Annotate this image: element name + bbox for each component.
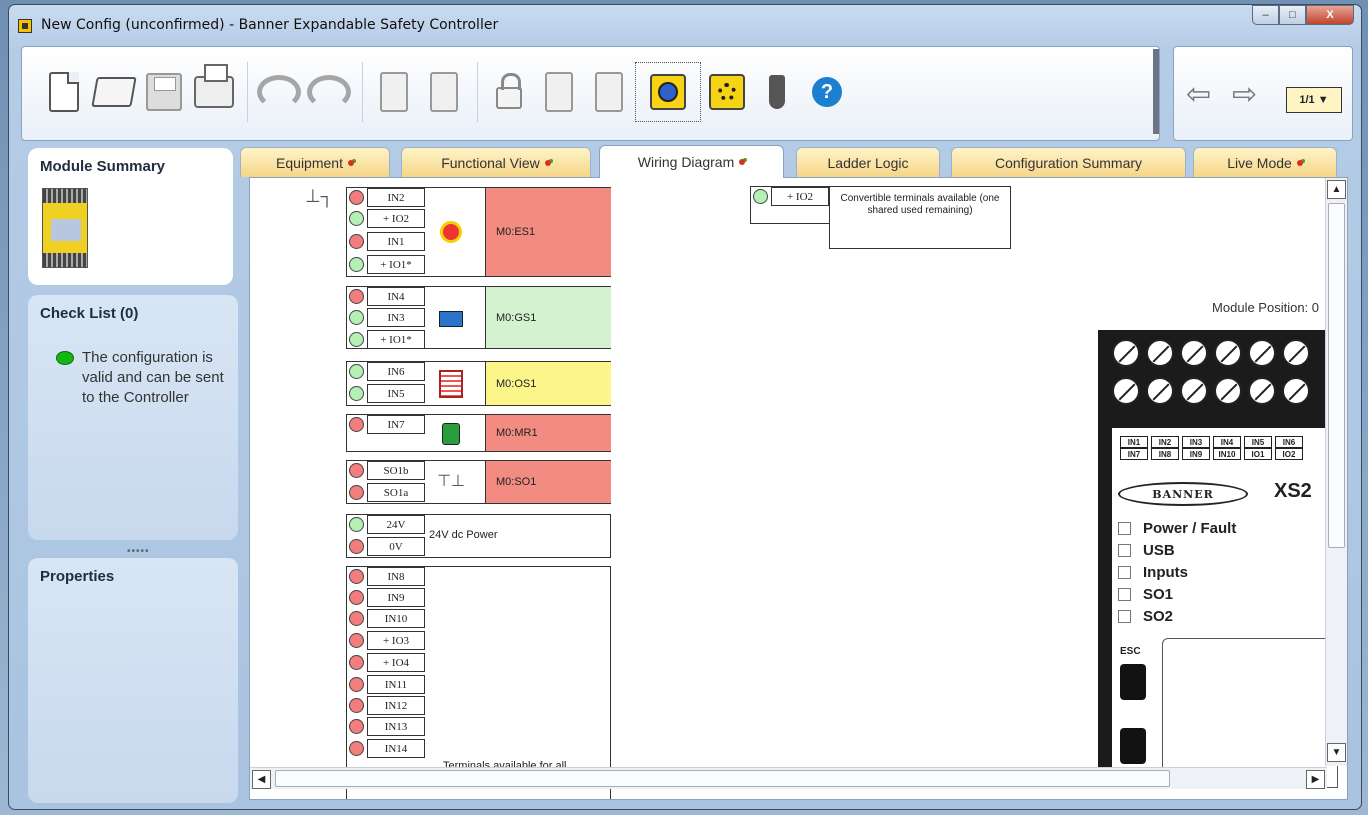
check-list-message: The configuration is valid and can be se… xyxy=(82,349,224,406)
device-name: M0:GS1 xyxy=(485,287,611,348)
properties-title: Properties xyxy=(40,568,115,585)
receive-icon xyxy=(595,72,623,112)
device-name: M0:SO1 xyxy=(485,461,611,503)
help-button[interactable]: ? xyxy=(803,62,851,122)
scroll-right-icon[interactable]: ▶ xyxy=(1306,770,1325,789)
check-list-title: Check List (0) xyxy=(40,305,139,322)
status-mark-icon xyxy=(544,159,551,166)
save-icon xyxy=(146,73,182,111)
scroll-left-icon[interactable]: ◀ xyxy=(252,770,271,789)
properties-panel: Properties xyxy=(28,558,238,803)
module-position: Module Position: 0 xyxy=(1212,300,1319,315)
device-power[interactable]: 24V 0V 24V dc Power xyxy=(346,514,611,558)
horizontal-scrollbar[interactable]: ◀ ▶ xyxy=(250,767,1327,789)
device-name: M0:OS1 xyxy=(485,362,611,405)
device-os1[interactable]: IN6 IN5 M0:OS1 xyxy=(346,361,611,406)
wiring-icon xyxy=(650,74,686,110)
redo-button[interactable] xyxy=(305,62,353,122)
device-name: M0:ES1 xyxy=(485,188,611,276)
module-display xyxy=(1162,638,1338,788)
lock-icon xyxy=(496,73,522,109)
scroll-up-icon[interactable]: ▲ xyxy=(1327,180,1346,199)
send-button[interactable] xyxy=(535,62,583,122)
emergency-stop-icon xyxy=(440,221,462,243)
gears-icon xyxy=(709,74,745,110)
print-button[interactable] xyxy=(190,62,238,122)
power-label: 24V dc Power xyxy=(429,529,498,541)
print-icon xyxy=(194,64,234,108)
gate-switch-icon xyxy=(439,311,463,327)
app-window: New Config (unconfirmed) - Banner Expand… xyxy=(8,4,1362,810)
open-icon xyxy=(91,77,137,107)
maximize-button[interactable]: □ xyxy=(1279,5,1306,25)
main-toolbar: ? xyxy=(21,46,1160,141)
receive-button[interactable] xyxy=(585,62,633,122)
status-mark-icon xyxy=(1296,159,1303,166)
safety-output-icon: ⊤⊥ xyxy=(437,473,465,490)
optical-sensor-icon xyxy=(439,370,463,398)
module-summary-title: Module Summary xyxy=(40,158,166,175)
new-button[interactable] xyxy=(40,62,88,122)
page-navigation: ⇦ ⇨ 1/1 ▼ xyxy=(1173,46,1353,141)
plug-icon xyxy=(769,75,785,109)
xs2-module-drawing[interactable]: IN1 IN2 IN3 IN4 IN5 IN6 IN7 IN8 IN9 IN10 IO1 IO2 B… xyxy=(1098,330,1338,788)
app-icon xyxy=(18,19,32,33)
device-mr1[interactable]: IN7 M0:MR1 xyxy=(346,414,611,452)
undo-icon xyxy=(257,75,301,109)
network-button[interactable] xyxy=(703,62,751,122)
tab-live-mode[interactable]: Live Mode xyxy=(1193,147,1337,177)
check-list-panel: Check List (0) The configuration is vali… xyxy=(28,295,238,540)
help-icon: ? xyxy=(812,77,842,107)
controller-button[interactable] xyxy=(370,62,418,122)
plug-button[interactable] xyxy=(753,62,801,122)
new-icon xyxy=(49,72,79,112)
model-label: XS2 xyxy=(1274,480,1312,502)
panel-splitter[interactable]: ••••• xyxy=(127,546,150,557)
controller-icon xyxy=(380,72,408,112)
redo-icon xyxy=(307,75,351,109)
switch-symbol-icon: ⊥┐ xyxy=(305,186,334,206)
esc-button[interactable] xyxy=(1120,664,1146,700)
banner-logo: BANNER xyxy=(1118,482,1248,506)
diagnostics-button[interactable] xyxy=(420,62,468,122)
diagnostics-icon xyxy=(430,72,458,112)
controller-module-image[interactable] xyxy=(42,188,88,268)
status-mark-icon xyxy=(739,159,746,165)
open-button[interactable] xyxy=(90,62,138,122)
manual-reset-icon xyxy=(442,423,460,445)
module-button[interactable] xyxy=(1120,728,1146,764)
undo-button[interactable] xyxy=(255,62,303,122)
wiring-button[interactable] xyxy=(635,62,701,122)
tab-equipment[interactable]: Equipment xyxy=(240,147,390,177)
page-select[interactable]: 1/1 ▼ xyxy=(1286,87,1342,113)
lock-button[interactable] xyxy=(485,62,533,122)
title-bar: New Config (unconfirmed) - Banner Expand… xyxy=(9,5,1361,45)
device-so1[interactable]: SO1b SO1a ⊤⊥ M0:SO1 xyxy=(346,460,611,504)
module-summary-panel: Module Summary xyxy=(28,148,233,285)
wiring-diagram-canvas[interactable]: ⊥┐ IN2 + IO2 IN1 + IO1* M0:ES1 IN4 IN3 +… xyxy=(249,177,1348,800)
device-es1[interactable]: IN2 + IO2 IN1 + IO1* M0:ES1 xyxy=(346,187,611,277)
tab-functional-view[interactable]: Functional View xyxy=(401,147,591,177)
window-title: New Config (unconfirmed) - Banner Expand… xyxy=(41,17,499,33)
status-mark-icon xyxy=(347,159,354,166)
tab-wiring-diagram[interactable]: Wiring Diagram xyxy=(599,145,784,178)
save-button[interactable] xyxy=(140,62,188,122)
send-icon xyxy=(545,72,573,112)
scroll-down-icon[interactable]: ▼ xyxy=(1327,743,1346,762)
vertical-scrollbar[interactable]: ▲ ▼ xyxy=(1325,178,1347,766)
convertible-note: Convertible terminals available (one sha… xyxy=(829,186,1011,249)
back-arrow-icon[interactable]: ⇦ xyxy=(1186,80,1211,110)
device-name: M0:MR1 xyxy=(485,415,611,451)
unused-terminals[interactable]: IN8 IN9 IN10 + IO3 + IO4 IN11 IN12 IN13 … xyxy=(346,566,611,799)
toolbar-scrollbar[interactable] xyxy=(1153,49,1159,134)
minimize-button[interactable]: – xyxy=(1252,5,1279,25)
tab-ladder-logic[interactable]: Ladder Logic xyxy=(796,147,940,177)
convertible-terminal[interactable]: + IO2 xyxy=(750,186,830,224)
forward-arrow-icon[interactable]: ⇨ xyxy=(1232,80,1257,110)
tab-configuration-summary[interactable]: Configuration Summary xyxy=(951,147,1186,177)
device-gs1[interactable]: IN4 IN3 + IO1* M0:GS1 xyxy=(346,286,611,349)
esc-label: ESC xyxy=(1120,646,1141,657)
status-ok-icon xyxy=(56,351,74,365)
close-button[interactable]: X xyxy=(1306,5,1354,25)
